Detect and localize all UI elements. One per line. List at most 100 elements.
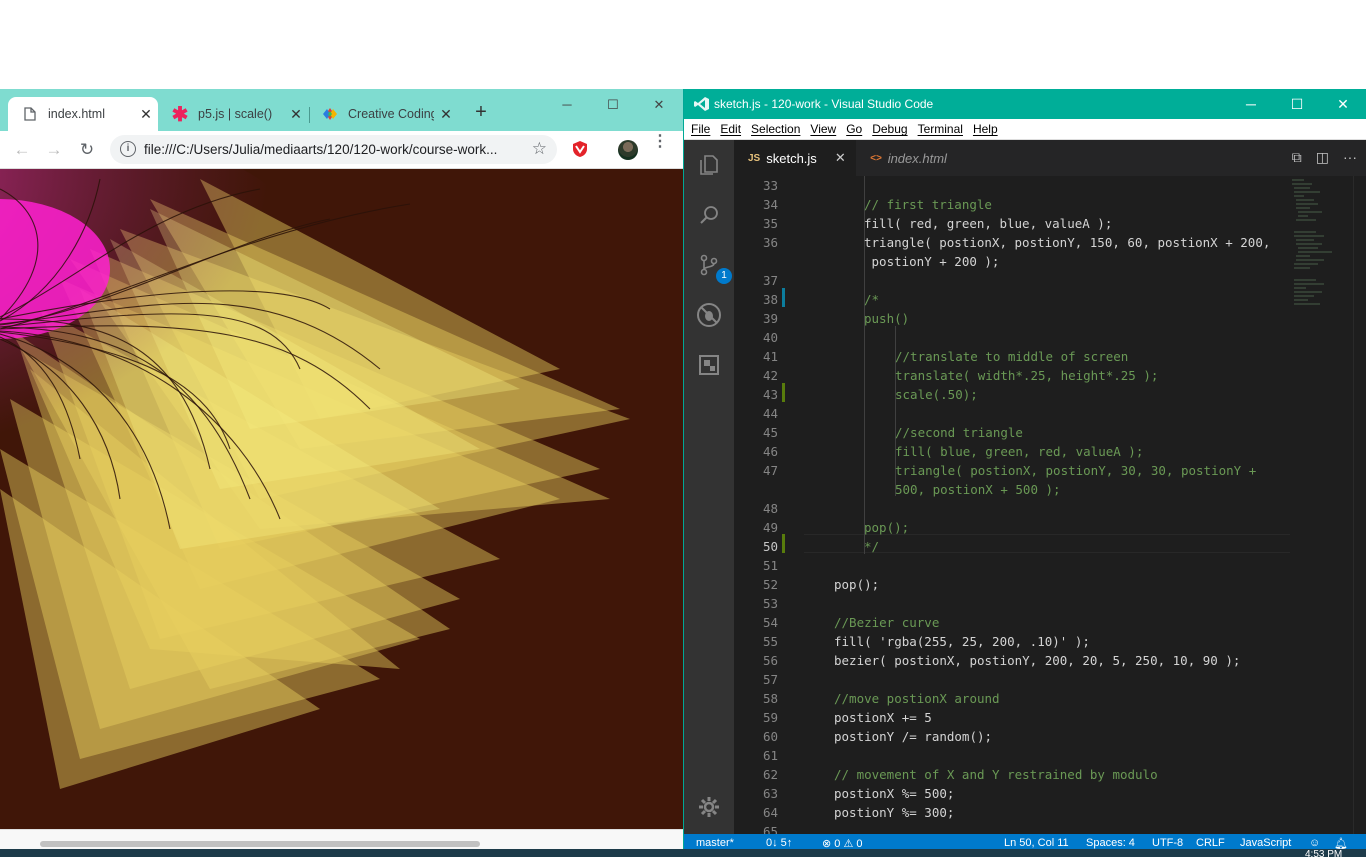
chrome-toolbar: ← → ↻ i file:///C:/Users/Julia/mediaarts… xyxy=(0,131,683,169)
code-line: postionY + 200 ); xyxy=(864,254,1000,269)
editor-actions: ⧉ ◫ ··· xyxy=(1292,149,1357,166)
more-actions-icon[interactable]: ··· xyxy=(1343,149,1357,166)
taskbar-clock[interactable]: 4:53 PM xyxy=(1305,849,1342,857)
scrollbar-thumb[interactable] xyxy=(40,841,480,847)
line-number: 61 xyxy=(762,748,778,763)
line-number: 53 xyxy=(762,596,778,611)
menu-selection[interactable]: Selection xyxy=(751,122,800,136)
code-line: pop(); xyxy=(864,520,910,535)
line-number: 49 xyxy=(762,520,778,535)
back-button[interactable]: ← xyxy=(10,139,34,161)
menu-help[interactable]: Help xyxy=(973,122,998,136)
code-line: fill( blue, green, red, valueA ); xyxy=(895,444,1144,459)
code-line: postionY /= random(); xyxy=(834,729,993,744)
tab-p5-scale[interactable]: ✱ p5.js | scale() ✕ xyxy=(158,97,308,131)
eol-setting[interactable]: CRLF xyxy=(1196,837,1225,849)
menu-edit[interactable]: Edit xyxy=(720,122,741,136)
line-number: 62 xyxy=(762,767,778,782)
tab-index-html[interactable]: index.html ✕ xyxy=(8,97,158,131)
code-line: //translate to middle of screen xyxy=(895,349,1129,364)
tab-label: index.html xyxy=(887,150,947,166)
menu-debug[interactable]: Debug xyxy=(872,122,907,136)
close-tab-icon[interactable]: ✕ xyxy=(134,106,158,123)
vertical-scrollbar[interactable] xyxy=(1353,176,1366,834)
code-line: scale(.50); xyxy=(895,387,978,402)
gear-icon[interactable] xyxy=(694,792,724,822)
shield-extension-icon[interactable] xyxy=(571,140,589,158)
js-file-icon: JS xyxy=(748,152,761,164)
extensions-icon[interactable] xyxy=(694,350,724,380)
close-tab-icon[interactable]: ✕ xyxy=(835,150,846,166)
menu-bar: File Edit Selection View Go Debug Termin… xyxy=(684,119,1366,140)
taskbar xyxy=(0,849,1366,857)
line-number: 35 xyxy=(762,216,778,231)
sync-indicator[interactable]: 0↓ 5↑ xyxy=(766,837,792,849)
encoding-setting[interactable]: UTF-8 xyxy=(1152,837,1183,849)
code-line: triangle( postionX, postionY, 150, 60, p… xyxy=(864,235,1271,250)
code-line: //second triangle xyxy=(895,425,1023,440)
code-line: /* xyxy=(864,292,880,307)
line-number: 39 xyxy=(762,311,778,326)
line-number: 54 xyxy=(762,615,778,630)
scm-badge: 1 xyxy=(716,268,732,284)
source-control-icon[interactable]: 1 xyxy=(694,250,732,284)
line-number: 52 xyxy=(762,577,778,592)
line-number: 59 xyxy=(762,710,778,725)
menu-view[interactable]: View xyxy=(810,122,836,136)
code-line: // movement of X and Y restrained by mod… xyxy=(834,767,1158,782)
line-number: 58 xyxy=(762,691,778,706)
minimap[interactable] xyxy=(1290,176,1360,326)
close-window-button[interactable]: ✕ xyxy=(1320,93,1366,115)
maximize-button[interactable]: ☐ xyxy=(1274,93,1320,115)
menu-file[interactable]: File xyxy=(691,122,710,136)
code-line: postionX %= 500; xyxy=(834,786,955,801)
forward-button[interactable]: → xyxy=(42,139,66,161)
avatar[interactable] xyxy=(618,140,638,160)
editor-tabs: JS sketch.js ✕ <> index.html ⧉ ◫ ··· xyxy=(734,140,1366,176)
url-text[interactable]: file:///C:/Users/Julia/mediaarts/120/120… xyxy=(144,142,497,157)
tab-index-html[interactable]: <> index.html xyxy=(856,140,976,176)
line-number: 41 xyxy=(762,349,778,364)
tab-sketch-js[interactable]: JS sketch.js ✕ xyxy=(734,140,856,176)
branch-indicator[interactable]: master* xyxy=(696,837,734,849)
p5-canvas[interactable] xyxy=(0,169,683,829)
close-tab-icon[interactable]: ✕ xyxy=(284,106,308,123)
cursor-position[interactable]: Ln 50, Col 11 xyxy=(1004,837,1069,849)
line-number: 40 xyxy=(762,330,778,345)
open-changes-icon[interactable]: ⧉ xyxy=(1292,149,1302,166)
info-icon[interactable]: i xyxy=(120,141,136,157)
tab-title: p5.js | scale() xyxy=(198,107,273,121)
code-line: postionX += 5 xyxy=(834,710,932,725)
code-line: pop(); xyxy=(834,577,880,592)
close-tab-icon[interactable]: ✕ xyxy=(434,106,458,123)
explorer-icon[interactable] xyxy=(694,150,724,180)
tab-creative-coding[interactable]: Creative Coding ✕ xyxy=(308,97,458,131)
line-number: 48 xyxy=(762,501,778,516)
chrome-window: index.html ✕ ✱ p5.js | scale() ✕ Creativ… xyxy=(0,89,683,857)
bookmark-star-icon[interactable]: ☆ xyxy=(532,139,547,159)
line-number: 42 xyxy=(762,368,778,383)
line-number: 55 xyxy=(762,634,778,649)
new-tab-button[interactable]: + xyxy=(470,102,492,124)
line-number: 47 xyxy=(762,463,778,478)
address-bar[interactable]: i file:///C:/Users/Julia/mediaarts/120/1… xyxy=(110,135,557,164)
indentation-setting[interactable]: Spaces: 4 xyxy=(1086,837,1135,849)
code-editor[interactable]: 33 34 // first triangle 35 fill( red, gree… xyxy=(734,176,1366,839)
minimize-button[interactable]: ─ xyxy=(545,94,589,116)
code-line: triangle( postionX, postionY, 30, 30, po… xyxy=(895,463,1257,478)
debug-icon[interactable] xyxy=(694,300,724,330)
feedback-icon[interactable]: ☺ xyxy=(1309,837,1320,849)
code-line: fill( red, green, blue, valueA ); xyxy=(864,216,1113,231)
maximize-button[interactable]: ☐ xyxy=(591,94,635,116)
vscode-logo-icon xyxy=(694,97,709,111)
menu-terminal[interactable]: Terminal xyxy=(918,122,963,136)
close-window-button[interactable]: ✕ xyxy=(637,94,681,116)
reload-button[interactable]: ↻ xyxy=(75,139,99,161)
language-mode[interactable]: JavaScript xyxy=(1240,837,1291,849)
split-editor-icon[interactable]: ◫ xyxy=(1316,149,1329,166)
line-number: 56 xyxy=(762,653,778,668)
chrome-menu-icon[interactable]: ⋮ xyxy=(652,134,668,150)
menu-go[interactable]: Go xyxy=(846,122,862,136)
search-icon[interactable] xyxy=(694,200,724,230)
minimize-button[interactable]: ─ xyxy=(1228,93,1274,115)
